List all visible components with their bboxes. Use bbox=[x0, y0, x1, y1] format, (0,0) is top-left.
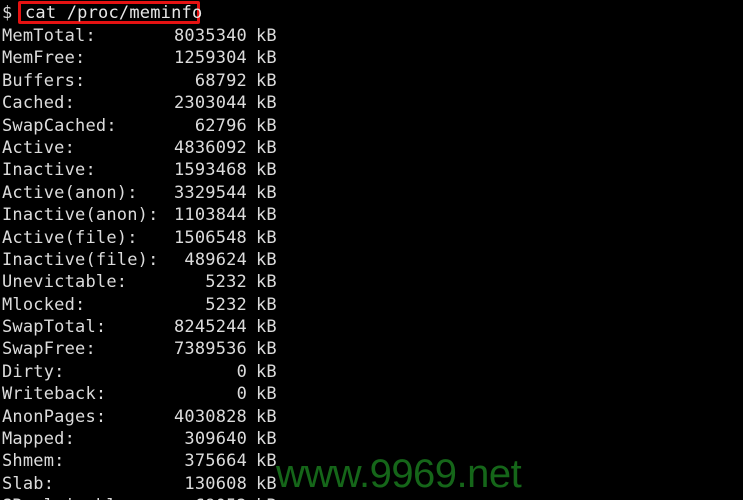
meminfo-value: 375664 bbox=[184, 451, 247, 472]
meminfo-row: AnonPages: 4030828 kB bbox=[0, 407, 300, 429]
meminfo-row: Cached: 2303044 kB bbox=[0, 93, 300, 115]
meminfo-row: SwapCached: 62796 kB bbox=[0, 116, 300, 138]
meminfo-value: 1593468 bbox=[173, 160, 247, 181]
meminfo-key: MemFree: bbox=[2, 48, 86, 69]
meminfo-unit: kB bbox=[256, 294, 277, 315]
meminfo-key: Buffers: bbox=[2, 70, 86, 91]
meminfo-value: 7389536 bbox=[173, 339, 247, 360]
meminfo-row: Mapped: 309640 kB bbox=[0, 429, 300, 451]
meminfo-value: 8245244 bbox=[173, 317, 247, 338]
meminfo-value: 1103844 bbox=[173, 205, 247, 226]
meminfo-unit: kB bbox=[256, 339, 277, 360]
meminfo-unit: kB bbox=[256, 115, 277, 136]
meminfo-key: Cached: bbox=[2, 93, 76, 114]
meminfo-value: 62796 bbox=[194, 115, 247, 136]
meminfo-key: Active(anon): bbox=[2, 182, 138, 203]
prompt-symbol: $ bbox=[2, 3, 13, 23]
meminfo-key: Inactive: bbox=[2, 160, 96, 181]
meminfo-value: 69052 bbox=[160, 496, 247, 500]
meminfo-value: 309640 bbox=[184, 429, 247, 450]
meminfo-value: 489624 bbox=[184, 249, 247, 270]
meminfo-key: Writeback: bbox=[2, 384, 107, 405]
meminfo-unit: kB bbox=[256, 70, 277, 91]
meminfo-unit: kB bbox=[256, 227, 277, 248]
meminfo-value: 1506548 bbox=[173, 227, 247, 248]
meminfo-key: Active(file): bbox=[2, 227, 138, 248]
meminfo-unit: kB bbox=[256, 406, 277, 427]
meminfo-value: 68792 bbox=[194, 70, 247, 91]
command-input[interactable]: cat /proc/meminfo bbox=[25, 1, 202, 24]
meminfo-row: Writeback: 0 kB bbox=[0, 384, 300, 406]
meminfo-value: 1259304 bbox=[173, 48, 247, 69]
meminfo-row: MemFree: 1259304 kB bbox=[0, 48, 300, 70]
meminfo-value: 130608 bbox=[184, 473, 247, 494]
meminfo-value: 0 bbox=[236, 361, 247, 382]
meminfo-unit: kB bbox=[256, 473, 277, 494]
meminfo-row: Buffers: 68792 kB bbox=[0, 71, 300, 93]
meminfo-unit: kB bbox=[256, 272, 277, 293]
meminfo-value: 4030828 bbox=[173, 406, 247, 427]
meminfo-row: Inactive(file): 489624 kB bbox=[0, 250, 300, 272]
meminfo-key: Mapped: bbox=[2, 429, 76, 450]
meminfo-key: Inactive(anon): bbox=[2, 205, 159, 226]
meminfo-row: SwapFree: 7389536 kB bbox=[0, 339, 300, 361]
meminfo-key: Shmem: bbox=[2, 451, 65, 472]
meminfo-unit: kB bbox=[247, 496, 277, 500]
meminfo-value: 8035340 bbox=[173, 26, 247, 46]
meminfo-row: Unevictable: 5232 kB bbox=[0, 272, 300, 294]
meminfo-key: Slab: bbox=[2, 473, 55, 494]
meminfo-key: Inactive(file): bbox=[2, 249, 159, 270]
meminfo-row: Inactive: 1593468 kB bbox=[0, 160, 300, 182]
meminfo-key: SwapCached: bbox=[2, 115, 117, 136]
meminfo-key: AnonPages: bbox=[2, 406, 107, 427]
meminfo-row: Shmem: 375664 kB bbox=[0, 451, 300, 473]
meminfo-key: Dirty: bbox=[2, 361, 65, 382]
meminfo-value: 5232 bbox=[205, 272, 247, 293]
meminfo-row: Dirty: 0 kB bbox=[0, 362, 300, 384]
meminfo-value: 0 bbox=[236, 384, 247, 405]
meminfo-key: SwapFree: bbox=[2, 339, 96, 360]
meminfo-row: MemTotal: 8035340 kB bbox=[0, 26, 300, 48]
meminfo-key: Active: bbox=[2, 137, 76, 158]
meminfo-unit: kB bbox=[256, 205, 277, 226]
meminfo-unit: kB bbox=[256, 26, 277, 46]
terminal-window[interactable]: $ cat /proc/meminfo MemTotal: 8035340 kB Me… bbox=[0, 0, 743, 500]
meminfo-unit: kB bbox=[256, 429, 277, 450]
meminfo-row: SReclaimable:69052kB bbox=[0, 496, 300, 500]
meminfo-output: MemTotal: 8035340 kB MemFree: 1259304 kB Buffe… bbox=[0, 26, 300, 500]
meminfo-unit: kB bbox=[256, 182, 277, 203]
meminfo-row: Active: 4836092 kB bbox=[0, 138, 300, 160]
meminfo-row: Active(anon): 3329544 kB bbox=[0, 183, 300, 205]
watermark-text: www.9969.net bbox=[276, 452, 522, 496]
meminfo-key: Unevictable: bbox=[2, 272, 128, 293]
meminfo-unit: kB bbox=[256, 317, 277, 338]
meminfo-unit: kB bbox=[256, 160, 277, 181]
meminfo-value: 3329544 bbox=[173, 182, 247, 203]
command-prompt-line: $ bbox=[0, 0, 12, 26]
meminfo-row: Mlocked: 5232 kB bbox=[0, 295, 300, 317]
meminfo-unit: kB bbox=[256, 384, 277, 405]
meminfo-unit: kB bbox=[256, 249, 277, 270]
meminfo-value: 4836092 bbox=[173, 137, 247, 158]
meminfo-key: Mlocked: bbox=[2, 294, 86, 315]
meminfo-unit: kB bbox=[256, 93, 277, 114]
meminfo-key: MemTotal: bbox=[2, 26, 96, 46]
meminfo-unit: kB bbox=[256, 48, 277, 69]
meminfo-row: SwapTotal: 8245244 kB bbox=[0, 317, 300, 339]
meminfo-value: 2303044 bbox=[173, 93, 247, 114]
meminfo-unit: kB bbox=[256, 361, 277, 382]
meminfo-unit: kB bbox=[256, 137, 277, 158]
meminfo-unit: kB bbox=[256, 451, 277, 472]
meminfo-key: SwapTotal: bbox=[2, 317, 107, 338]
meminfo-row: Active(file): 1506548 kB bbox=[0, 228, 300, 250]
meminfo-row: Slab: 130608 kB bbox=[0, 474, 300, 496]
meminfo-row: Inactive(anon): 1103844 kB bbox=[0, 205, 300, 227]
meminfo-key: SReclaimable: bbox=[0, 496, 160, 500]
meminfo-value: 5232 bbox=[205, 294, 247, 315]
